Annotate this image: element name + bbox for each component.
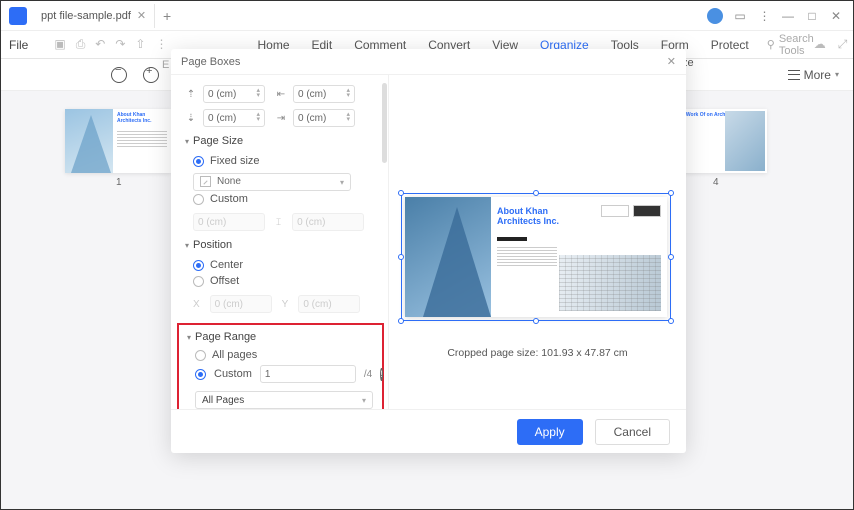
menu-dots-icon[interactable]: ⋮ — [757, 9, 771, 23]
crop-preview[interactable]: About Khan Architects Inc. — [401, 193, 671, 321]
custom-width-input: 0 (cm) — [193, 213, 265, 231]
page-range-header[interactable]: Page Range — [187, 331, 374, 343]
page-size-select[interactable]: None▾ — [193, 173, 351, 191]
handle-tr[interactable] — [668, 190, 674, 196]
subset-select[interactable]: All Pages▾ — [195, 391, 373, 409]
dialog-footer: Apply Cancel — [171, 409, 686, 453]
handle-ml[interactable] — [398, 254, 404, 260]
search-placeholder: Search Tools — [779, 33, 814, 57]
thumb-4-label: 4 — [713, 177, 719, 188]
more-actions-icon[interactable]: ⋮ — [155, 37, 167, 52]
page-size-header[interactable]: Page Size — [185, 135, 376, 147]
dialog-close-icon[interactable]: ✕ — [667, 55, 676, 68]
margin-left-input[interactable]: 0 (cm)▴▾ — [293, 85, 355, 103]
expand-icon[interactable]: ⤢ — [838, 37, 848, 52]
page-range-highlight: Page Range All pages Custom /4 ! All Pag… — [177, 323, 384, 409]
custom-size-radio[interactable]: Custom — [185, 191, 376, 207]
notify-icon[interactable]: ▭ — [733, 9, 747, 23]
document-tab[interactable]: ppt file-sample.pdf ✕ — [33, 4, 155, 28]
all-pages-radio[interactable]: All pages — [187, 347, 374, 363]
cursor-icon: 𝙸 — [275, 217, 282, 228]
margin-bottom-icon: ⇣ — [185, 112, 197, 124]
dialog-left-panel: ⇡ 0 (cm)▴▾ ⇤ 0 (cm)▴▾ ⇣ 0 (cm)▴▾ ⇥ 0 (cm… — [171, 75, 389, 409]
margin-left-icon: ⇤ — [275, 88, 287, 100]
page-total: /4 — [364, 369, 372, 380]
dialog-title: Page Boxes — [181, 56, 240, 68]
custom-range-input[interactable] — [260, 365, 356, 383]
titlebar: ppt file-sample.pdf ✕ + ▭ ⋮ — □ ✕ — [1, 1, 853, 31]
search-tools[interactable]: ⚲ Search Tools — [767, 33, 814, 57]
share-icon[interactable]: ⇧ — [135, 37, 145, 52]
offset-x-input: 0 (cm) — [210, 295, 272, 313]
margin-bottom-input[interactable]: 0 (cm)▴▾ — [203, 109, 265, 127]
print-icon[interactable]: ⎙ — [76, 37, 86, 52]
maximize-icon[interactable]: □ — [805, 9, 819, 23]
info-icon[interactable]: ! — [380, 368, 383, 381]
offset-y-input: 0 (cm) — [298, 295, 360, 313]
tab-title: ppt file-sample.pdf — [41, 10, 131, 22]
hamburger-icon — [788, 70, 800, 80]
search-icon: ⚲ — [767, 38, 775, 51]
margin-top-icon: ⇡ — [185, 88, 197, 100]
apply-button[interactable]: Apply — [517, 419, 583, 445]
save-icon[interactable]: ▣ — [54, 37, 65, 52]
add-tab-button[interactable]: + — [155, 8, 179, 24]
offset-radio[interactable]: Offset — [185, 273, 376, 289]
close-tab-icon[interactable]: ✕ — [137, 9, 146, 22]
handle-tc[interactable] — [533, 190, 539, 196]
scrollbar-thumb[interactable] — [382, 83, 387, 163]
cloud-icon[interactable]: ☁ — [814, 37, 826, 52]
file-menu[interactable]: File — [9, 38, 28, 52]
handle-tl[interactable] — [398, 190, 404, 196]
dialog-preview-panel: About Khan Architects Inc. Cropped page … — [389, 75, 686, 409]
minimize-icon[interactable]: — — [781, 9, 795, 23]
handle-br[interactable] — [668, 318, 674, 324]
center-radio[interactable]: Center — [185, 257, 376, 273]
margin-top-input[interactable]: 0 (cm)▴▾ — [203, 85, 265, 103]
cancel-button[interactable]: Cancel — [595, 419, 670, 445]
zoom-in-icon[interactable] — [143, 67, 159, 83]
handle-bc[interactable] — [533, 318, 539, 324]
menu-protect[interactable]: Protect — [711, 38, 749, 52]
page-thumb-1[interactable]: About Khan Architects Inc. — [65, 109, 171, 173]
thumb-1-label: 1 — [116, 177, 122, 188]
fixed-size-radio[interactable]: Fixed size — [185, 153, 376, 169]
user-avatar[interactable] — [707, 8, 723, 24]
handle-mr[interactable] — [668, 254, 674, 260]
undo-icon[interactable]: ↶ — [95, 37, 105, 52]
page-boxes-dialog: Page Boxes ✕ ⇡ 0 (cm)▴▾ ⇤ 0 (cm)▴▾ ⇣ 0 (… — [171, 49, 686, 453]
margin-right-input[interactable]: 0 (cm)▴▾ — [293, 109, 355, 127]
close-window-icon[interactable]: ✕ — [829, 9, 843, 23]
custom-height-input: 0 (cm) — [292, 213, 364, 231]
zoom-out-icon[interactable] — [111, 67, 127, 83]
handle-bl[interactable] — [398, 318, 404, 324]
position-header[interactable]: Position — [185, 239, 376, 251]
dialog-header: Page Boxes ✕ — [171, 49, 686, 75]
app-icon — [9, 7, 27, 25]
more-button[interactable]: More ▾ — [788, 68, 839, 82]
custom-range-radio[interactable]: Custom /4 ! — [187, 363, 374, 385]
redo-icon[interactable]: ↷ — [115, 37, 125, 52]
margin-right-icon: ⇥ — [275, 112, 287, 124]
crop-info-label: Cropped page size: 101.93 x 47.87 cm — [389, 347, 686, 359]
